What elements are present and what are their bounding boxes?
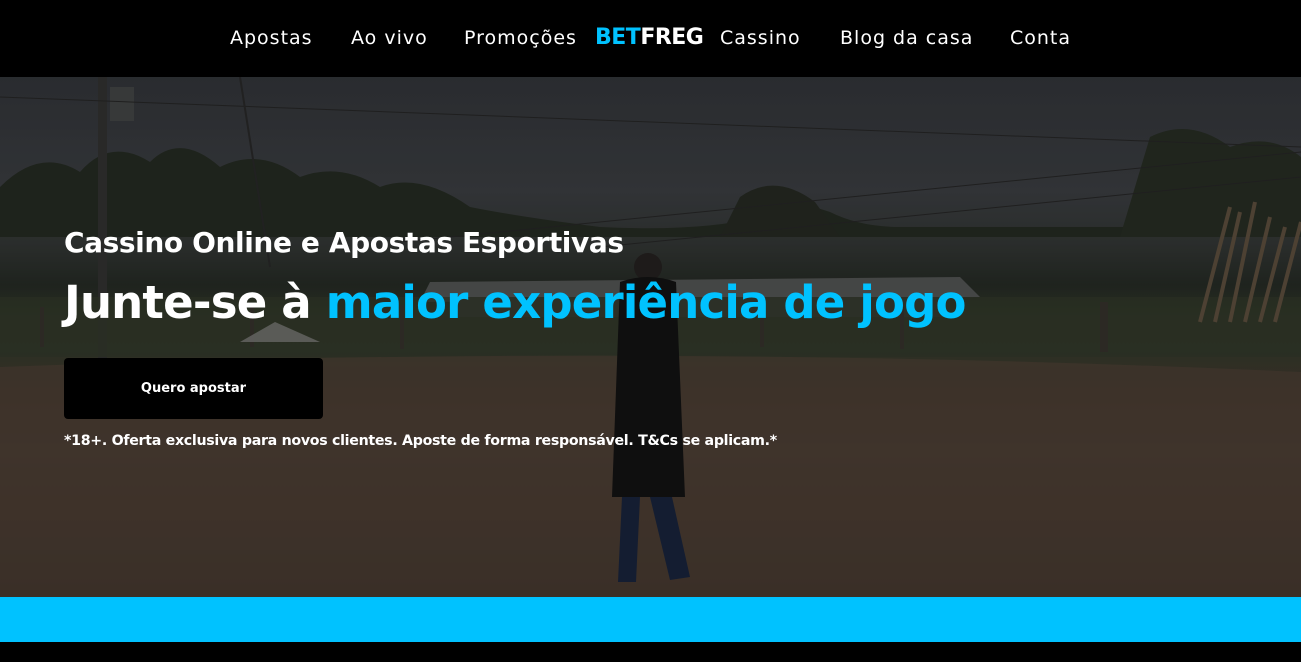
hero-headline-accent: maior experiência de jogo — [325, 276, 967, 329]
nav-link-cassino[interactable]: Cassino — [720, 24, 801, 52]
hero-subtitle: Cassino Online e Apostas Esportivas — [64, 226, 624, 259]
logo-bet-text: BET — [595, 25, 641, 50]
logo-freg-text: FREG — [640, 25, 704, 50]
accent-band — [0, 597, 1301, 642]
nav-link-conta[interactable]: Conta — [1010, 24, 1071, 52]
hero-section: Cassino Online e Apostas Esportivas Junt… — [0, 77, 1301, 597]
nav-link-blog-da-casa[interactable]: Blog da casa — [840, 24, 973, 52]
nav-link-ao-vivo[interactable]: Ao vivo — [351, 24, 428, 52]
brand-logo[interactable]: BETFREG — [595, 22, 704, 54]
nav-link-apostas[interactable]: Apostas — [230, 24, 313, 52]
hero-headline: Junte-se à maior experiência de jogo — [64, 273, 966, 333]
quero-apostar-button[interactable]: Quero apostar — [64, 358, 323, 419]
hero-headline-white: Junte-se à — [64, 276, 326, 329]
nav-link-promocoes[interactable]: Promoções — [464, 24, 577, 52]
legal-disclaimer: *18+. Oferta exclusiva para novos client… — [64, 433, 777, 449]
footer-strip — [0, 642, 1301, 662]
top-navbar: Apostas Ao vivo Promoções BETFREG Cassin… — [0, 0, 1301, 77]
hero-dark-overlay — [0, 77, 1301, 597]
